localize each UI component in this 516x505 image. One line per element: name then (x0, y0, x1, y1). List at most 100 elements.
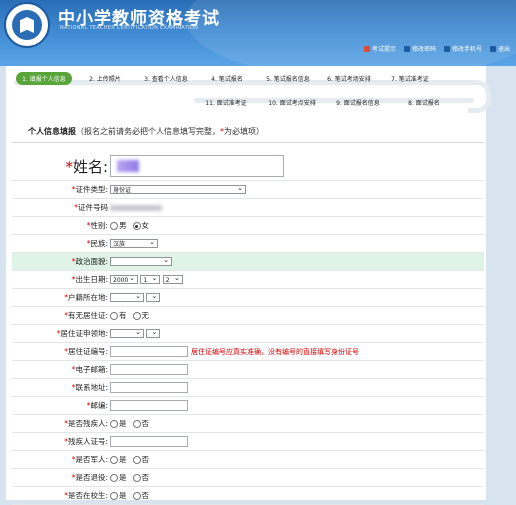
radio-circle (110, 222, 118, 230)
form-row-id-type: *证件类型: 身份证 (12, 180, 484, 199)
field-label: *是否军人: (12, 450, 110, 469)
field-label: *证件类型: (12, 180, 110, 199)
divider (12, 142, 484, 143)
step-view-info[interactable]: 3. 查看个人信息 (138, 72, 194, 85)
step-written-info[interactable]: 5. 笔试报名信息 (260, 72, 316, 85)
form-row-hukou: *户籍所在地: (12, 288, 484, 307)
retired-no-radio[interactable]: 否 (132, 473, 149, 482)
step-interview-venue[interactable]: 10. 面试考点安排 (262, 96, 322, 109)
field-label: *姓名: (12, 152, 110, 181)
label-text: 性别: (90, 221, 108, 230)
hukou-province-select[interactable] (110, 292, 144, 303)
label-text: 汉族 (113, 241, 126, 249)
name-input[interactable] (110, 155, 284, 177)
logout-link[interactable]: 退出 (489, 44, 510, 53)
label-text: 有无居住证: (67, 311, 108, 320)
political-select[interactable] (110, 256, 172, 267)
address-input[interactable] (110, 382, 188, 393)
exam-tips-link[interactable]: 考试提示 (363, 44, 396, 53)
step-fill-info[interactable]: 1. 填报个人信息 (16, 72, 72, 85)
label-text: 2000 (113, 277, 129, 285)
form-row-ethnicity: *民族: 汉族 (12, 234, 484, 253)
permit-no-radio[interactable]: 无 (132, 311, 149, 320)
military-yes-radio[interactable]: 是 (110, 455, 127, 464)
field-label: *是否残疾人: (12, 414, 110, 433)
email-input[interactable] (110, 364, 188, 375)
radio-circle (132, 222, 141, 230)
student-no-radio[interactable]: 否 (132, 491, 149, 500)
step-interview-register[interactable]: 8. 面试报名 (394, 96, 454, 109)
field-label: *证件号码 (12, 198, 110, 217)
label-text: 邮编: (90, 401, 108, 410)
main-panel: 1. 填报个人信息 2. 上传照片 3. 查看个人信息 4. 笔试报名 5. 笔… (6, 66, 491, 505)
permit-province-select[interactable] (110, 328, 144, 339)
retired-yes-radio[interactable]: 是 (110, 473, 127, 482)
phone-icon (443, 45, 450, 52)
step-interview-ticket[interactable]: 11. 面试准考证 (196, 96, 256, 109)
label-text: 退出 (497, 46, 510, 53)
field-label: *居住证编号: (12, 342, 110, 361)
permit-number-input[interactable] (110, 346, 188, 357)
student-yes-radio[interactable]: 是 (110, 491, 127, 500)
radio-circle (110, 312, 118, 320)
header-decoration (186, 0, 516, 66)
radio-circle (110, 474, 118, 482)
label-text: 2 (165, 277, 170, 285)
birth-day-select[interactable]: 2 (162, 274, 183, 285)
disabled-no-radio[interactable]: 否 (132, 419, 149, 428)
step-interview-info[interactable]: 9. 面试报名信息 (328, 96, 388, 109)
progress-steps: 1. 填报个人信息 2. 上传照片 3. 查看个人信息 4. 笔试报名 5. 笔… (16, 72, 486, 107)
form-row-permit-place: *居住证申领地: (12, 324, 484, 343)
exit-icon (489, 45, 496, 52)
form-row-name: *姓名: (12, 152, 484, 181)
form-row-address: *联系地址: (12, 378, 484, 397)
permit-yes-radio[interactable]: 有 (110, 311, 127, 320)
change-password-link[interactable]: 修改密码 (403, 44, 436, 53)
birth-year-select[interactable]: 2000 (110, 274, 138, 285)
radio-circle (132, 492, 141, 500)
radio-circle (110, 456, 118, 464)
form-row-retired: *是否退役: 是 否 (12, 468, 484, 487)
gender-male-radio[interactable]: 男 (110, 221, 127, 230)
required-marker: * (65, 157, 73, 176)
form-row-disabled-cert: *残疾人证号: (12, 432, 484, 451)
step-written-venue[interactable]: 6. 笔试考场安排 (321, 72, 377, 85)
disabled-yes-radio[interactable]: 是 (110, 419, 127, 428)
label-text: 证件类型: (75, 185, 108, 194)
radio-circle (132, 474, 141, 482)
label-text: 民族: (90, 239, 108, 248)
permit-city-select[interactable] (146, 328, 161, 339)
label-text: 是否在校生: (67, 491, 108, 500)
step-upload-photo[interactable]: 2. 上传照片 (77, 72, 133, 85)
label-text: 男 (119, 221, 127, 230)
ethnicity-select[interactable]: 汉族 (110, 238, 158, 249)
field-label: *联系地址: (12, 378, 110, 397)
site-subtitle: NATIONAL TEACHER CERTIFICATION EXAMINATI… (60, 25, 199, 31)
alert-icon (363, 45, 370, 52)
form-row-id-number: *证件号码 (12, 198, 484, 217)
site-header: 中小学教师资格考试 NATIONAL TEACHER CERTIFICATION… (0, 0, 516, 66)
disabled-cert-input[interactable] (110, 436, 188, 447)
form-row-email: *电子邮箱: (12, 360, 484, 379)
id-type-select[interactable]: 身份证 (110, 184, 246, 195)
form-row-postcode: *邮编: (12, 396, 484, 415)
radio-circle (110, 492, 118, 500)
field-label: *民族: (12, 234, 110, 253)
radio-circle (132, 312, 141, 320)
change-phone-link[interactable]: 修改手机号 (443, 44, 482, 53)
label-text: 有 (119, 311, 127, 320)
hukou-city-select[interactable] (146, 292, 161, 303)
label-text: 电子邮箱: (75, 365, 108, 374)
birth-month-select[interactable]: 1 (140, 274, 161, 285)
military-no-radio[interactable]: 否 (132, 455, 149, 464)
step-written-register[interactable]: 4. 笔试报名 (199, 72, 255, 85)
label-text: 为必填项） (224, 127, 264, 136)
field-label: *有无居住证: (12, 306, 110, 325)
radio-circle (132, 420, 141, 428)
label-text: 考试提示 (371, 46, 396, 53)
field-label: *邮编: (12, 396, 110, 415)
form-heading: 个人信息填报（报名之前请务必把个人信息填写完整，*为必填项） (28, 126, 264, 137)
step-written-ticket[interactable]: 7. 笔试准考证 (382, 72, 438, 85)
postcode-input[interactable] (110, 400, 188, 411)
gender-female-radio[interactable]: 女 (132, 221, 149, 230)
